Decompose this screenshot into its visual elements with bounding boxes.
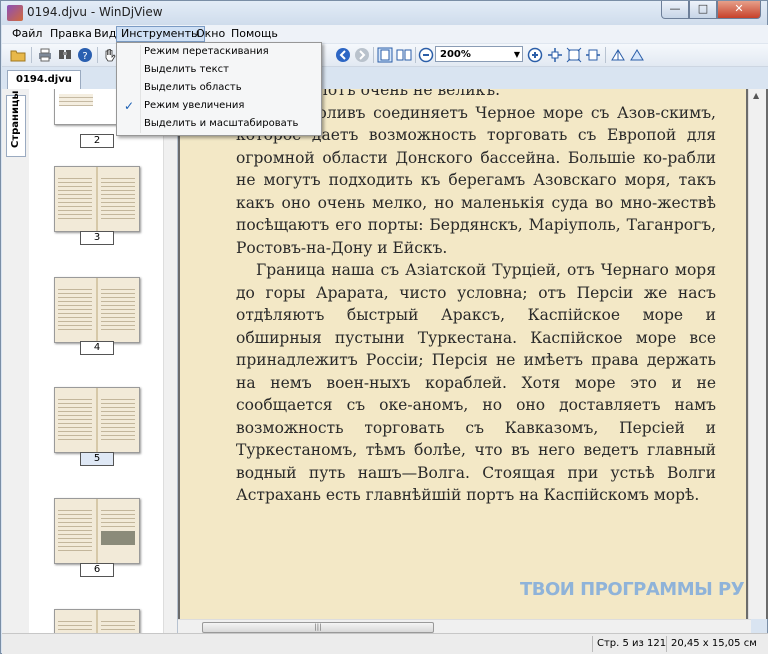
status-page-info: Стр. 5 из 121 <box>592 636 670 652</box>
actual-size-icon[interactable] <box>566 47 582 63</box>
thumbnail-page-3[interactable] <box>54 166 140 232</box>
two-page-icon[interactable] <box>396 47 412 63</box>
close-button[interactable]: ✕ <box>717 1 761 19</box>
minimize-button[interactable]: — <box>661 1 689 19</box>
menu-item-drag-mode[interactable]: Режим перетаскивания <box>117 43 321 61</box>
fit-height-icon[interactable] <box>585 47 601 63</box>
status-bar: Стр. 5 из 121 20,45 x 15,05 см <box>2 633 768 654</box>
print-icon[interactable] <box>37 47 53 63</box>
scroll-up-icon[interactable]: ▲ <box>753 91 759 100</box>
thumbnail-label-selected: 5 <box>80 452 114 466</box>
document-page: морскій флотъ очень не великъ. скій прол… <box>180 89 746 619</box>
watermark: ТВОИ ПРОГРАММЫ РУ <box>520 579 745 600</box>
document-view[interactable]: морскій флотъ очень не великъ. скій прол… <box>178 89 768 619</box>
zoom-out-icon[interactable] <box>418 47 434 63</box>
open-icon[interactable] <box>10 47 26 63</box>
thumbnail-label: 4 <box>80 341 114 355</box>
zoom-select[interactable]: 200% ▼ <box>435 46 523 62</box>
chevron-down-icon: ▼ <box>513 50 520 59</box>
app-window: 0194.djvu - WinDjView — □ ✕ Файл Правка … <box>0 0 768 654</box>
rotate-right-icon[interactable] <box>629 47 645 63</box>
thumbnail-label: 6 <box>80 563 114 577</box>
thumbnail-label: 3 <box>80 231 114 245</box>
rotate-left-icon[interactable] <box>610 47 626 63</box>
tab-document[interactable]: 0194.djvu <box>7 70 81 89</box>
app-icon <box>7 5 23 21</box>
menu-window[interactable]: Окно <box>192 26 229 42</box>
page-text: морскій флотъ очень не великъ. скій прол… <box>236 89 716 507</box>
tab-pages[interactable]: Страницы <box>6 91 26 157</box>
title-bar: 0194.djvu - WinDjView — □ ✕ <box>1 1 767 25</box>
scrollbar-thumb[interactable]: ||| <box>202 622 434 633</box>
thumbnail-label: 2 <box>80 134 114 148</box>
zoom-in-icon[interactable] <box>527 47 543 63</box>
menu-item-select-area[interactable]: Выделить область <box>117 79 321 97</box>
thumbnail-page-4[interactable] <box>54 277 140 343</box>
status-page-size: 20,45 x 15,05 см <box>666 636 761 652</box>
menu-item-select-and-zoom[interactable]: Выделить и масштабировать <box>117 115 321 133</box>
thumbnail-page-6[interactable] <box>54 498 140 564</box>
thumbnail-page-5[interactable] <box>54 387 140 453</box>
svg-text:?: ? <box>82 51 87 62</box>
sidebar: Страницы 2 3 4 5 6 <box>2 89 178 633</box>
menu-file[interactable]: Файл <box>8 26 46 42</box>
fit-page-icon[interactable] <box>377 47 393 63</box>
window-title: 0194.djvu - WinDjView <box>27 5 163 19</box>
next-icon[interactable] <box>354 47 370 63</box>
document-scrollbar-horizontal[interactable]: ||| <box>178 619 751 634</box>
thumbnail-illustration <box>101 531 135 545</box>
find-icon[interactable] <box>57 47 73 63</box>
help-icon[interactable]: ? <box>77 47 93 63</box>
tools-dropdown-menu: Режим перетаскивания Выделить текст Выде… <box>116 42 322 136</box>
menu-edit[interactable]: Правка <box>46 26 96 42</box>
fit-width-icon[interactable] <box>547 47 563 63</box>
paragraph: Граница наша съ Азіатской Турціей, отъ Ч… <box>236 261 716 504</box>
sidebar-scrollbar[interactable] <box>163 89 177 633</box>
menu-item-zoom-mode[interactable]: ✓ Режим увеличения <box>117 97 321 115</box>
thumbnail-page-7[interactable] <box>54 609 140 633</box>
checkmark-icon: ✓ <box>124 99 135 113</box>
maximize-button[interactable]: □ <box>689 1 717 19</box>
prev-icon[interactable] <box>335 47 351 63</box>
menu-item-select-text[interactable]: Выделить текст <box>117 61 321 79</box>
document-scrollbar-vertical[interactable]: ▲ <box>748 89 766 619</box>
thumbnail-list: 2 3 4 5 6 <box>29 89 163 633</box>
menu-help[interactable]: Помощь <box>227 26 282 42</box>
